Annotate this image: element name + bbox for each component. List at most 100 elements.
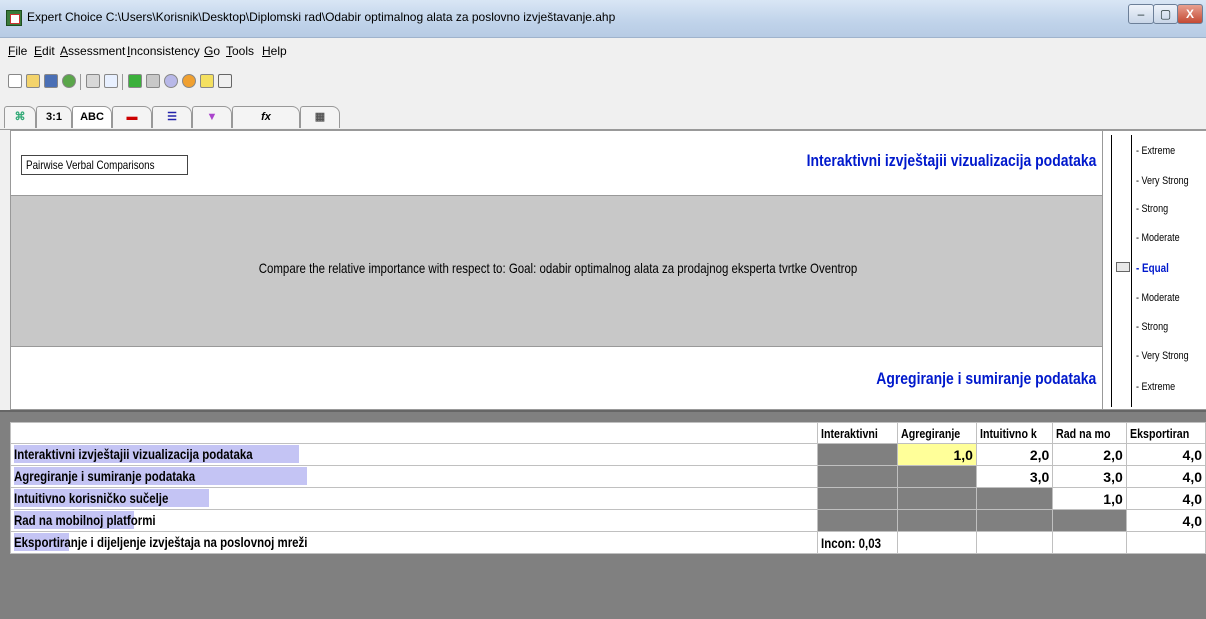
tab-numerical[interactable]: 3:1	[36, 106, 72, 128]
expert-choice-app-icon	[6, 10, 22, 26]
bottom-element-name: Agregiranje i sumiranje podataka	[828, 369, 1096, 389]
wand-icon[interactable]	[200, 74, 214, 88]
minimize-button[interactable]: –	[1128, 4, 1154, 24]
refresh-icon[interactable]	[182, 74, 196, 88]
matrix-corner	[10, 422, 818, 444]
matrix-row: Rad na mobilnoj platformi 4,0	[10, 509, 1206, 532]
menu-help[interactable]: Help	[262, 44, 287, 58]
arrow-up-icon[interactable]	[218, 74, 232, 88]
matrix-cell[interactable]: 3,0	[1052, 465, 1127, 488]
column-header[interactable]: Interaktivni	[816, 422, 898, 444]
check-icon[interactable]	[62, 74, 76, 88]
matrix-cell-lower	[896, 487, 977, 510]
menu-bar: File Edit Assessment Inconsistency Go To…	[0, 38, 1206, 64]
inconsistency-ratio: Incon: 0,03	[816, 531, 898, 554]
matrix-cell-lower	[975, 509, 1054, 532]
matrix-cell-diagonal	[1052, 509, 1127, 532]
row-header[interactable]: Agregiranje i sumiranje podataka	[10, 465, 818, 488]
scale-label-extreme-bottom[interactable]: - Extreme	[1136, 381, 1184, 393]
calculator-icon[interactable]	[128, 74, 142, 88]
scale-slider-thumb[interactable]	[1116, 262, 1130, 272]
pairwise-verbal-comparisons-button[interactable]: Pairwise Verbal Comparisons	[21, 155, 188, 175]
matrix-cell[interactable]: 2,0	[1052, 443, 1127, 466]
menu-edit[interactable]: Edit	[34, 44, 55, 58]
matrix-cell-diagonal	[975, 487, 1054, 510]
matrix-cell[interactable]: 4,0	[1125, 509, 1206, 532]
matrix-cell-diagonal	[816, 443, 898, 466]
sync-icon[interactable]	[164, 74, 178, 88]
matrix-row: Agregiranje i sumiranje podataka 3,0 3,0…	[10, 465, 1206, 488]
menu-inconsistency[interactable]: Inconsistency	[127, 44, 200, 58]
scale-label-extreme-top[interactable]: - Extreme	[1136, 145, 1184, 157]
matrix-cell-lower	[816, 465, 898, 488]
row-header[interactable]: Interaktivni izvještajii vizualizacija p…	[10, 443, 818, 466]
matrix-cell-empty	[896, 531, 977, 554]
print-icon[interactable]	[86, 74, 100, 88]
matrix-cell[interactable]: 2,0	[975, 443, 1054, 466]
menu-go[interactable]: Go	[204, 44, 220, 58]
matrix-cell[interactable]: 4,0	[1125, 443, 1206, 466]
matrix-cell[interactable]: 4,0	[1125, 487, 1206, 510]
column-header[interactable]: Intuitivno k	[975, 422, 1054, 444]
matrix-cell-lower	[816, 509, 898, 532]
scale-label-very-strong-bottom[interactable]: - Very Strong	[1136, 350, 1200, 362]
matrix-cell[interactable]: 4,0	[1125, 465, 1206, 488]
menu-assessment[interactable]: Assessment	[60, 44, 125, 58]
row-header[interactable]: Intuitivno korisničko sučelje	[10, 487, 818, 510]
document-icon[interactable]	[146, 74, 160, 88]
tree-icon: ⌘	[14, 111, 26, 123]
scale-label-strong-top[interactable]: - Strong	[1136, 203, 1175, 215]
matrix-cell-empty	[1125, 531, 1206, 554]
close-button[interactable]: X	[1177, 4, 1203, 24]
menu-tools[interactable]: Tools	[226, 44, 254, 58]
top-element-name: Interaktivni izvještajii vizualizacija p…	[743, 151, 1096, 171]
matrix-cell-lower	[816, 487, 898, 510]
matrix-row: Intuitivno korisničko sučelje 1,0 4,0	[10, 487, 1206, 510]
bottom-element-pane: Agregiranje i sumiranje podataka	[10, 346, 1103, 410]
compare-prompt-text: Compare the relative importance with res…	[258, 260, 857, 276]
bottom-element-label: Agregiranje i sumiranje podataka	[875, 369, 1096, 388]
sorted-bars-icon: ☰	[167, 111, 177, 123]
row-header[interactable]: Eksportiranje i dijeljenje izvještaja na…	[10, 531, 818, 554]
menu-file[interactable]: File	[8, 44, 27, 58]
window-title: Expert Choice C:\Users\Korisnik\Desktop\…	[27, 10, 616, 24]
column-header[interactable]: Agregiranje	[896, 422, 977, 444]
grid-icon: ▦	[314, 111, 326, 123]
bar-chart-icon: ▬	[126, 111, 138, 123]
open-folder-icon[interactable]	[26, 74, 40, 88]
top-element-label: Interaktivni izvještajii vizualizacija p…	[806, 151, 1096, 170]
scale-label-very-strong-top[interactable]: - Very Strong	[1136, 175, 1200, 187]
print-preview-icon[interactable]	[104, 74, 118, 88]
scale-label-moderate-bottom[interactable]: - Moderate	[1136, 292, 1189, 304]
matrix-cell[interactable]: 3,0	[975, 465, 1054, 488]
tab-grid[interactable]: ▦	[300, 106, 340, 128]
verbal-scale[interactable]: - Extreme - Very Strong - Strong - Moder…	[1103, 130, 1206, 410]
matrix-header-row: Interaktivni Agregiranje Intuitivno k Ra…	[10, 422, 1206, 444]
save-icon[interactable]	[44, 74, 58, 88]
scale-track	[1111, 135, 1112, 407]
tab-formula[interactable]: fx	[232, 106, 300, 128]
tab-verbal[interactable]: ABC	[72, 106, 112, 128]
matrix-cell-lower	[896, 509, 977, 532]
scale-label-strong-bottom[interactable]: - Strong	[1136, 321, 1175, 333]
column-header[interactable]: Rad na mo	[1052, 422, 1127, 444]
scale-label-equal[interactable]: - Equal	[1136, 261, 1176, 275]
matrix-row: Interaktivni izvještajii vizualizacija p…	[10, 443, 1206, 466]
comparison-matrix-pane: Interaktivni Agregiranje Intuitivno k Ra…	[0, 410, 1206, 619]
new-file-icon[interactable]	[8, 74, 22, 88]
matrix-cell-empty	[975, 531, 1054, 554]
toolbar-separator	[122, 74, 123, 90]
matrix-cell-selected[interactable]: 1,0	[896, 443, 977, 466]
matrix-cell-diagonal	[896, 465, 977, 488]
row-header[interactable]: Rad na mobilnoj platformi	[10, 509, 818, 532]
column-header[interactable]: Eksportiran	[1125, 422, 1206, 444]
tab-tree[interactable]: ⌘	[4, 106, 36, 128]
tab-sorted-bars[interactable]: ☰	[152, 106, 192, 128]
mode-button-label: Pairwise Verbal Comparisons	[26, 158, 155, 172]
tab-funnel[interactable]: ▼	[192, 106, 232, 128]
matrix-cell[interactable]: 1,0	[1052, 487, 1127, 510]
maximize-button[interactable]: ▢	[1153, 4, 1178, 24]
funnel-icon: ▼	[206, 111, 218, 123]
tab-bar-chart[interactable]: ▬	[112, 106, 152, 128]
scale-label-moderate-top[interactable]: - Moderate	[1136, 232, 1189, 244]
